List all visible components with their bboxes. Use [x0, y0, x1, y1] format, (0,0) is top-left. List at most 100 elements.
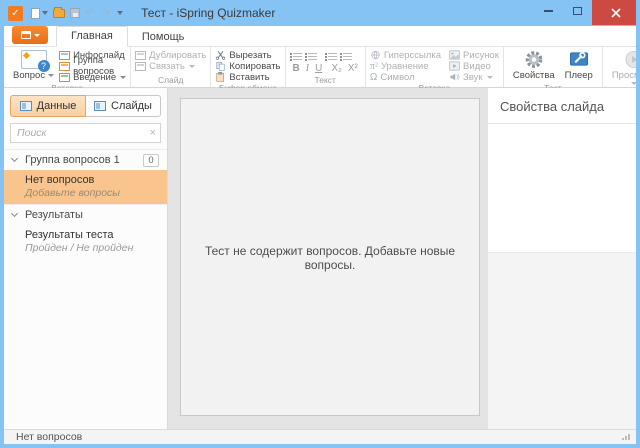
player-button[interactable]: Плеер: [560, 49, 598, 82]
search-input[interactable]: [10, 123, 161, 143]
copy-button[interactable]: Копировать: [215, 61, 280, 71]
picture-button[interactable]: Рисунок: [449, 50, 499, 60]
tree-group-results[interactable]: Результаты: [4, 204, 167, 225]
chevron-down-icon: [117, 11, 123, 15]
chevron-down-icon: [42, 11, 48, 15]
properties-button[interactable]: Свойства: [508, 49, 560, 82]
copy-icon: [215, 61, 226, 71]
link-button[interactable]: Связать: [135, 61, 206, 71]
sound-button[interactable]: Звук: [449, 72, 499, 82]
data-list-icon: [20, 101, 32, 111]
open-button[interactable]: [53, 9, 65, 18]
ribbon-group-insert: ? Вопрос Инфослайд Группа вопросов Введе…: [4, 47, 131, 87]
subscript-button[interactable]: X₂: [328, 63, 345, 74]
properties-empty-area: [488, 124, 636, 252]
status-bar: Нет вопросов: [4, 429, 636, 444]
symbol-icon: Ω: [370, 72, 377, 83]
search-clear-icon[interactable]: ×: [150, 127, 156, 139]
new-document-icon: [31, 8, 40, 19]
customize-qat-button[interactable]: [115, 11, 123, 15]
ribbon-tab-bar: Главная Помощь: [4, 26, 636, 47]
maximize-button[interactable]: [563, 0, 592, 22]
tab-help[interactable]: Помощь: [128, 28, 199, 47]
chevron-expand-icon: [11, 155, 18, 162]
chevron-down-icon: [189, 65, 195, 68]
hyperlink-button[interactable]: Гиперссылка: [370, 50, 441, 60]
panel-title: Свойства слайда: [488, 88, 636, 123]
duplicate-button[interactable]: Дублировать: [135, 50, 206, 60]
duplicate-icon: [135, 51, 146, 60]
properties-lower-area: [488, 252, 636, 429]
numbered-list-icon[interactable]: [305, 52, 317, 61]
symbol-button[interactable]: Ω Символ: [370, 72, 441, 82]
titlebar: ✓ ↶ ↷ Тест - iSpring Quizmaker: [0, 0, 640, 26]
slide-canvas: Тест не содержит вопросов. Добавьте новы…: [168, 88, 488, 429]
minimize-icon: [544, 10, 553, 12]
superscript-button[interactable]: X²: [345, 63, 361, 74]
ribbon-group-slide: Дублировать Связать Слайд: [131, 47, 211, 87]
ribbon-group-insert-media: Гиперссылка π² Уравнение Ω Символ Рисуно…: [366, 47, 504, 87]
infoslide-icon: [59, 51, 70, 60]
chevron-down-icon: [487, 76, 493, 79]
ribbon-group-text: B I U X₂ X² Текст: [286, 47, 366, 87]
speaker-icon: [449, 72, 460, 82]
redo-button[interactable]: ↷: [100, 7, 110, 19]
equation-icon: π²: [370, 61, 378, 72]
tab-home[interactable]: Главная: [56, 26, 128, 47]
main-content: Данные Слайды × Группа вопросов 1 0 Нет: [4, 88, 636, 429]
chevron-down-icon: [34, 34, 40, 37]
underline-button[interactable]: U: [312, 63, 325, 74]
tree-group-questions[interactable]: Группа вопросов 1 0: [4, 149, 167, 170]
slide-properties-panel: Свойства слайда: [488, 88, 636, 429]
chevron-down-icon: [120, 76, 126, 79]
save-button[interactable]: [70, 8, 80, 18]
introduction-icon: [59, 73, 70, 82]
ribbon-group-clipboard: Вырезать Копировать Вставить Буфер обмен…: [211, 47, 285, 87]
new-document-button[interactable]: [31, 8, 48, 19]
resize-grip[interactable]: [622, 434, 630, 440]
player-wrench-icon: [569, 50, 589, 69]
question-slide-icon: ?: [21, 50, 47, 69]
question-tree: Группа вопросов 1 0 Нет вопросов Добавьт…: [4, 149, 167, 429]
tab-slides[interactable]: Слайды: [86, 95, 161, 117]
app-menu-icon: [21, 31, 31, 39]
introduction-button[interactable]: Введение: [59, 72, 126, 82]
picture-icon: [449, 50, 460, 60]
question-group-button[interactable]: Группа вопросов: [59, 61, 126, 71]
left-panel: Данные Слайды × Группа вопросов 1 0 Нет: [4, 88, 168, 429]
tree-item-no-questions[interactable]: Нет вопросов Добавьте вопросы: [4, 170, 167, 204]
maximize-icon: [573, 7, 582, 15]
close-button[interactable]: [592, 0, 640, 25]
increase-indent-icon[interactable]: [340, 52, 352, 61]
bold-button[interactable]: B: [290, 63, 303, 74]
question-group-icon: [59, 62, 70, 71]
gear-icon: [524, 50, 544, 69]
chevron-expand-icon: [11, 210, 18, 217]
equation-button[interactable]: π² Уравнение: [370, 61, 441, 71]
decrease-indent-icon[interactable]: [325, 52, 337, 61]
preview-button[interactable]: Просмотр: [607, 49, 640, 86]
clipboard-icon: [215, 72, 226, 82]
search-box: ×: [10, 123, 161, 143]
chevron-down-icon: [48, 74, 54, 77]
minimize-button[interactable]: [534, 0, 563, 22]
close-icon: [611, 8, 621, 18]
bullet-list-icon[interactable]: [290, 52, 302, 61]
question-button[interactable]: ? Вопрос: [8, 49, 59, 82]
video-button[interactable]: Видео: [449, 61, 499, 71]
paste-button[interactable]: Вставить: [215, 72, 280, 82]
empty-quiz-message: Тест не содержит вопросов. Добавьте новы…: [181, 244, 479, 272]
slide-surface[interactable]: Тест не содержит вопросов. Добавьте новы…: [180, 98, 480, 416]
preview-play-icon: [624, 50, 640, 69]
tree-item-test-results[interactable]: Результаты теста Пройден / Не пройден: [4, 225, 167, 259]
cut-button[interactable]: Вырезать: [215, 50, 280, 60]
tab-data[interactable]: Данные: [10, 95, 86, 117]
link-icon: [135, 62, 146, 71]
application-menu-button[interactable]: [12, 26, 48, 44]
hyperlink-icon: [370, 50, 381, 60]
undo-button[interactable]: ↶: [85, 7, 95, 19]
italic-button[interactable]: I: [303, 63, 312, 74]
app-logo-icon: ✓: [8, 6, 23, 21]
panel-tabs: Данные Слайды: [10, 95, 161, 117]
ribbon-group-test: Свойства Плеер Тест: [504, 47, 603, 87]
